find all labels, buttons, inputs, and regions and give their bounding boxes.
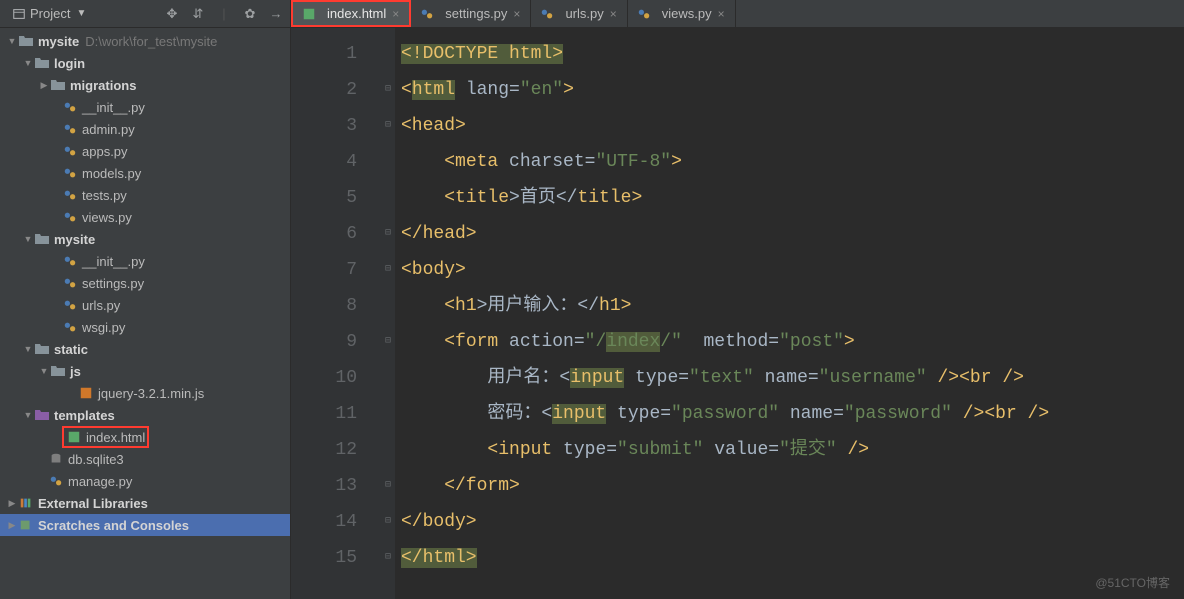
- tree-folder-js[interactable]: js: [0, 360, 290, 382]
- js-file-icon: [78, 385, 94, 401]
- scratch-icon: [18, 517, 34, 533]
- chevron-right-icon[interactable]: [6, 520, 18, 531]
- tree-folder-templates[interactable]: templates: [0, 404, 290, 426]
- chevron-down-icon[interactable]: [22, 58, 34, 68]
- line-number-gutter: 123456789101112131415: [291, 28, 381, 599]
- tab-label: views.py: [662, 6, 712, 21]
- tree-folder-mysite-pkg[interactable]: mysite: [0, 228, 290, 250]
- tree-file-settings[interactable]: settings.py: [0, 272, 290, 294]
- chevron-down-icon[interactable]: [38, 366, 50, 376]
- fold-gutter: ⊟⊟⊟⊟⊟⊟⊟⊟: [381, 28, 395, 599]
- close-icon[interactable]: ×: [610, 7, 617, 21]
- python-file-icon: [62, 99, 78, 115]
- python-file-icon: [62, 253, 78, 269]
- folder-icon: [50, 363, 66, 379]
- tree-file-index-html[interactable]: index.html: [0, 426, 290, 448]
- tree-file-views[interactable]: views.py: [0, 206, 290, 228]
- chevron-down-icon[interactable]: [6, 36, 18, 46]
- tree-root-path: D:\work\for_test\mysite: [85, 34, 217, 49]
- tree-folder-migrations[interactable]: migrations: [0, 74, 290, 96]
- database-icon: [48, 451, 64, 467]
- tree-file-tests[interactable]: tests.py: [0, 184, 290, 206]
- tree-folder-static[interactable]: static: [0, 338, 290, 360]
- tab-label: urls.py: [565, 6, 603, 21]
- editor-tabs: index.html × settings.py × urls.py × vie…: [291, 0, 1184, 28]
- tab-label: index.html: [327, 6, 386, 21]
- tab-index-html[interactable]: index.html ×: [291, 0, 411, 27]
- project-view-selector[interactable]: Project ▼: [6, 4, 92, 23]
- chevron-down-icon[interactable]: [22, 234, 34, 244]
- tree-scratches[interactable]: Scratches and Consoles: [0, 514, 290, 536]
- folder-icon: [50, 77, 66, 93]
- tree-file-jquery[interactable]: jquery-3.2.1.min.js: [0, 382, 290, 404]
- tree-file-init2[interactable]: __init__.py: [0, 250, 290, 272]
- python-file-icon: [419, 6, 435, 22]
- sidebar-header: Project ▼ ✥ ⇵ | ✿ →: [0, 0, 290, 28]
- tree-file-manage[interactable]: manage.py: [0, 470, 290, 492]
- folder-icon: [34, 341, 50, 357]
- close-icon[interactable]: ×: [718, 7, 725, 21]
- tab-urls-py[interactable]: urls.py ×: [531, 0, 627, 27]
- tree-file-models[interactable]: models.py: [0, 162, 290, 184]
- python-file-icon: [62, 209, 78, 225]
- project-sidebar: Project ▼ ✥ ⇵ | ✿ → mysite D:\work\for_t…: [0, 0, 291, 599]
- code-content[interactable]: <!DOCTYPE html> <html lang="en"> <head> …: [395, 28, 1184, 599]
- folder-icon: [34, 407, 50, 423]
- tree-file-urls[interactable]: urls.py: [0, 294, 290, 316]
- project-tree: mysite D:\work\for_test\mysite login mig…: [0, 28, 290, 599]
- code-editor[interactable]: 123456789101112131415 ⊟⊟⊟⊟⊟⊟⊟⊟ <!DOCTYPE…: [291, 28, 1184, 599]
- tab-label: settings.py: [445, 6, 507, 21]
- tree-file-admin[interactable]: admin.py: [0, 118, 290, 140]
- close-icon[interactable]: ×: [392, 7, 399, 21]
- python-file-icon: [62, 165, 78, 181]
- library-icon: [18, 495, 34, 511]
- tree-file-apps[interactable]: apps.py: [0, 140, 290, 162]
- python-file-icon: [539, 6, 555, 22]
- python-file-icon: [636, 6, 652, 22]
- python-file-icon: [62, 121, 78, 137]
- gear-icon[interactable]: ✿: [242, 6, 258, 22]
- python-file-icon: [48, 473, 64, 489]
- tree-label: mysite: [38, 34, 79, 49]
- tree-file-db[interactable]: db.sqlite3: [0, 448, 290, 470]
- chevron-down-icon[interactable]: [22, 410, 34, 420]
- folder-icon: [34, 231, 50, 247]
- chevron-down-icon: ▼: [76, 8, 86, 19]
- chevron-right-icon[interactable]: [38, 80, 50, 91]
- tree-folder-login[interactable]: login: [0, 52, 290, 74]
- python-file-icon: [62, 187, 78, 203]
- tab-settings-py[interactable]: settings.py ×: [411, 0, 531, 27]
- hide-icon[interactable]: →: [268, 6, 284, 22]
- chevron-down-icon[interactable]: [22, 344, 34, 354]
- tree-root-mysite[interactable]: mysite D:\work\for_test\mysite: [0, 30, 290, 52]
- python-file-icon: [62, 297, 78, 313]
- locate-file-icon[interactable]: ✥: [164, 6, 180, 22]
- project-view-label: Project: [30, 6, 70, 21]
- python-file-icon: [62, 143, 78, 159]
- html-file-icon: [66, 429, 82, 445]
- tree-file-init[interactable]: __init__.py: [0, 96, 290, 118]
- python-file-icon: [62, 319, 78, 335]
- folder-icon: [34, 55, 50, 71]
- tree-file-wsgi[interactable]: wsgi.py: [0, 316, 290, 338]
- folder-icon: [18, 33, 34, 49]
- divider: |: [216, 6, 232, 22]
- python-file-icon: [62, 275, 78, 291]
- editor-area: index.html × settings.py × urls.py × vie…: [291, 0, 1184, 599]
- close-icon[interactable]: ×: [513, 7, 520, 21]
- watermark: @51CTO博客: [1095, 574, 1170, 591]
- collapse-all-icon[interactable]: ⇵: [190, 6, 206, 22]
- tab-views-py[interactable]: views.py ×: [628, 0, 736, 27]
- html-file-icon: [301, 6, 317, 22]
- tree-external-libraries[interactable]: External Libraries: [0, 492, 290, 514]
- chevron-right-icon[interactable]: [6, 498, 18, 509]
